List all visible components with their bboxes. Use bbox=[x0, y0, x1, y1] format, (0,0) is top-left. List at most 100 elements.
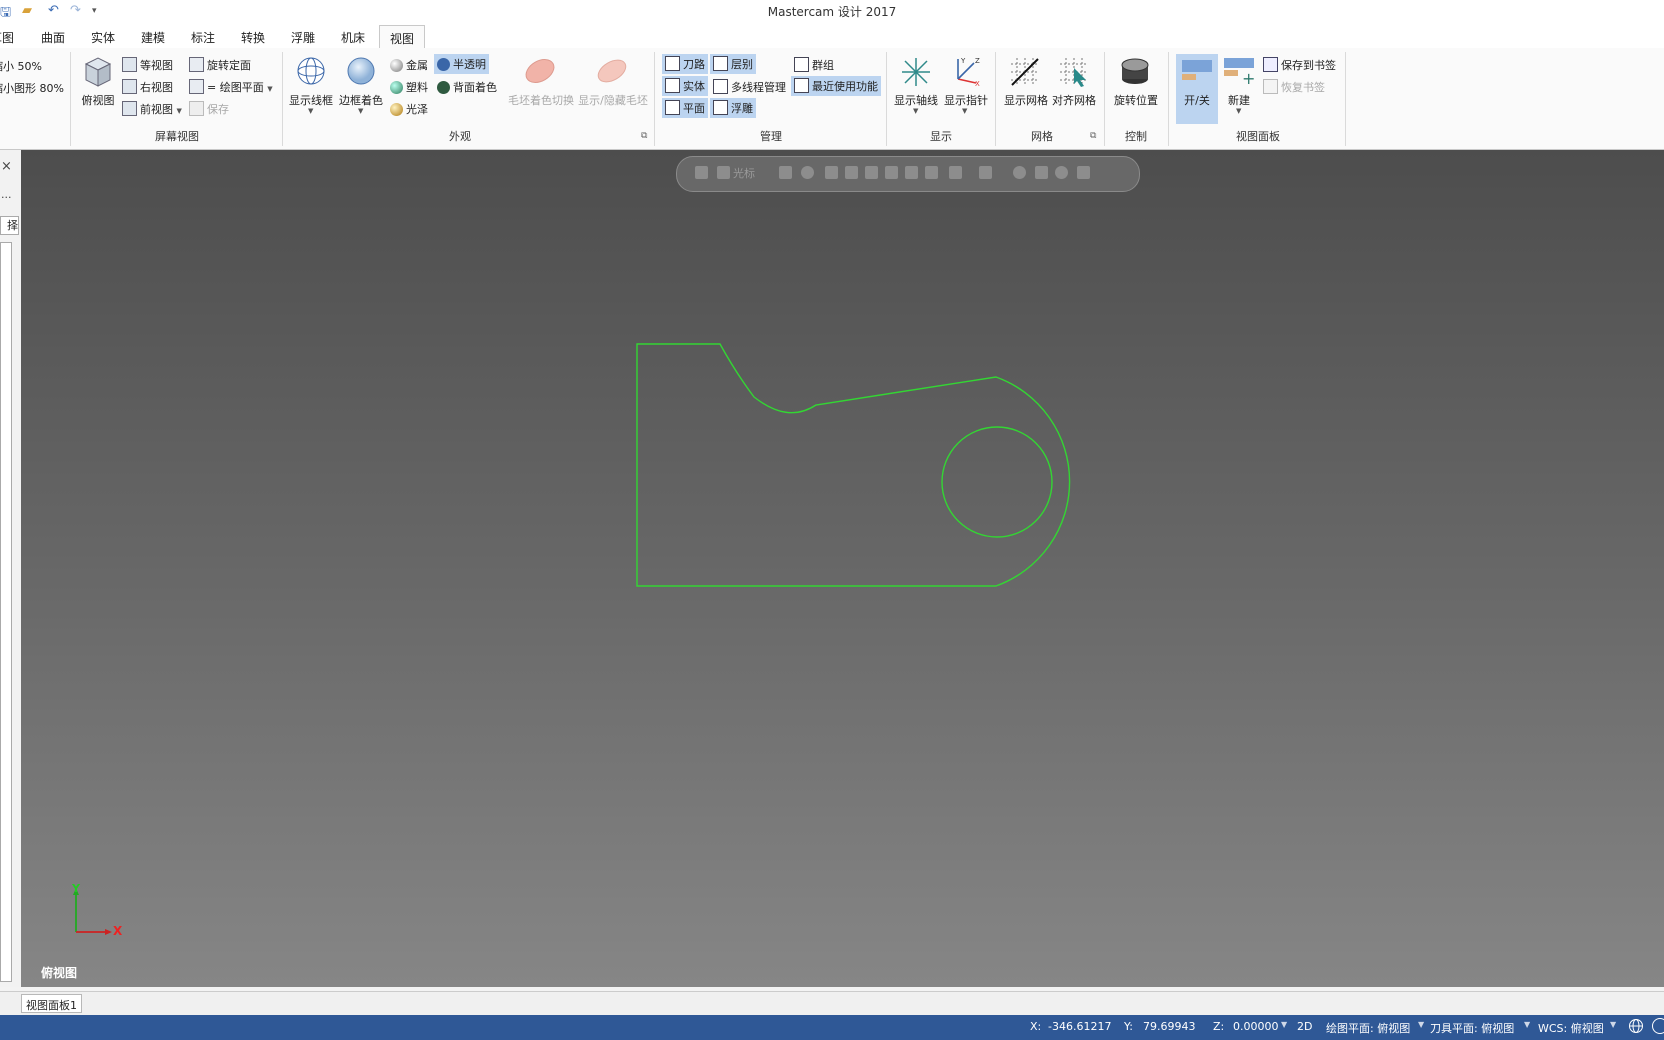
planes-manager-button[interactable]: 平面 bbox=[662, 98, 708, 118]
edge-shading-button[interactable]: 边框着色 bbox=[336, 92, 386, 108]
gloss-sphere-icon bbox=[390, 103, 403, 116]
stock-shading-button[interactable]: 毛坯着色切换 bbox=[503, 92, 579, 108]
show-gnomon-dropdown-icon[interactable]: ▼ bbox=[962, 107, 967, 115]
show-grid-button[interactable]: 显示网格 bbox=[1002, 92, 1050, 108]
cube-icon bbox=[122, 79, 137, 94]
svg-text:Y: Y bbox=[960, 57, 966, 65]
window-title: Mastercam 设计 2017 bbox=[767, 5, 897, 19]
wcs-dropdown-icon[interactable]: ▼ bbox=[1610, 1020, 1616, 1029]
iso-view-button[interactable]: 等视图 bbox=[122, 57, 173, 73]
levels-manager-button[interactable]: 层别 bbox=[710, 54, 756, 74]
recent-functions-button[interactable]: 最近使用功能 bbox=[791, 76, 881, 96]
show-gnomon-button[interactable]: 显示指针 bbox=[942, 92, 990, 108]
stock-shading-icon bbox=[523, 56, 557, 89]
show-hide-stock-button[interactable]: 显示/隐藏毛坯 bbox=[576, 92, 650, 108]
edge-shading-dropdown-icon[interactable]: ▼ bbox=[358, 107, 363, 115]
snap-grid-button[interactable]: 对齐网格 bbox=[1050, 92, 1098, 108]
equal-cplane-button[interactable]: = 绘图平面 ▼ bbox=[189, 79, 273, 95]
solids-manager-button[interactable]: 实体 bbox=[662, 76, 708, 96]
save-bookmark-button[interactable]: 保存到书签 bbox=[1263, 57, 1336, 73]
tab-drafting[interactable]: 标注 bbox=[191, 29, 215, 46]
status-bar bbox=[0, 1015, 1664, 1040]
multithread-manager-button[interactable]: 多线程管理 bbox=[713, 79, 786, 95]
status-tplane[interactable]: 刀具平面: 俯视图 bbox=[1430, 1020, 1514, 1036]
status-z-value[interactable]: 0.00000 bbox=[1233, 1020, 1279, 1033]
front-view-button[interactable]: 前视图 ▼ bbox=[122, 101, 182, 117]
part-outline[interactable] bbox=[636, 343, 1071, 587]
tab-relief[interactable]: 浮雕 bbox=[291, 29, 315, 46]
status-x-value: -346.61217 bbox=[1048, 1020, 1112, 1033]
group-separator bbox=[654, 52, 655, 146]
restore-bookmark-icon bbox=[1263, 79, 1278, 94]
manager-icon bbox=[713, 79, 728, 94]
toolpath-manager-button[interactable]: 刀路 bbox=[662, 54, 708, 74]
status-2d-3d-toggle[interactable]: 2D bbox=[1297, 1020, 1312, 1033]
shrink-80-button[interactable]: 缩小图形 80% bbox=[0, 80, 64, 96]
new-viewsheet-icon: + bbox=[1224, 58, 1256, 87]
view-cube-icon[interactable] bbox=[1652, 1018, 1664, 1034]
tab-modeling[interactable]: 建模 bbox=[141, 29, 165, 46]
viewsheets-on-off-button[interactable]: 开/关 bbox=[1176, 54, 1218, 124]
manager-icon bbox=[794, 57, 809, 72]
tab-sketch[interactable]: 草图 bbox=[0, 29, 14, 46]
show-gnomon-icon: Y Z X bbox=[948, 55, 982, 90]
group-separator bbox=[70, 52, 71, 146]
gnomon-x-label: X bbox=[113, 924, 123, 938]
tplane-dropdown-icon[interactable]: ▼ bbox=[1524, 1020, 1530, 1029]
metal-button[interactable]: 金属 bbox=[390, 57, 428, 73]
tab-transform[interactable]: 转换 bbox=[241, 29, 265, 46]
manager-icon bbox=[794, 78, 809, 93]
wireframe-button[interactable]: 显示线框 bbox=[287, 92, 335, 108]
save-view-button[interactable]: 保存 bbox=[189, 101, 229, 117]
new-viewsheet-button[interactable]: 新建 bbox=[1222, 92, 1256, 108]
show-axes-dropdown-icon[interactable]: ▼ bbox=[913, 107, 918, 115]
tab-surfaces[interactable]: 曲面 bbox=[41, 29, 65, 46]
viewsheet-tab-icon bbox=[1182, 74, 1196, 80]
grid-dialog-launcher-icon[interactable]: ⧉ bbox=[1090, 131, 1096, 141]
show-hide-stock-icon bbox=[595, 56, 629, 89]
cplane-dropdown-icon[interactable]: ▼ bbox=[1418, 1020, 1424, 1029]
panel-select-tab[interactable]: 择 bbox=[0, 216, 19, 235]
z-dropdown-icon[interactable]: ▼ bbox=[1281, 1020, 1287, 1029]
cube-icon bbox=[122, 57, 137, 72]
tab-machine[interactable]: 机床 bbox=[341, 29, 365, 46]
backface-icon bbox=[437, 81, 450, 94]
dialog-launcher-icon[interactable]: ⧉ bbox=[641, 131, 647, 141]
plastic-button[interactable]: 塑料 bbox=[390, 79, 428, 95]
tab-solids[interactable]: 实体 bbox=[91, 29, 115, 46]
globe-icon[interactable] bbox=[1628, 1018, 1644, 1034]
plane-icon bbox=[189, 79, 204, 94]
tab-view[interactable]: 视图 bbox=[379, 25, 426, 49]
wireframe-dropdown-icon[interactable]: ▼ bbox=[308, 107, 313, 115]
part-geometry[interactable] bbox=[21, 150, 1664, 987]
display-group-label: 显示 bbox=[930, 130, 952, 143]
manager-icon bbox=[713, 100, 728, 115]
panel-more-button[interactable]: ... bbox=[1, 188, 12, 201]
status-x-label: X: bbox=[1030, 1020, 1042, 1033]
show-axes-icon bbox=[899, 56, 933, 91]
restore-bookmark-button[interactable]: 恢复书签 bbox=[1263, 79, 1325, 95]
relief-manager-button[interactable]: 浮雕 bbox=[710, 98, 756, 118]
right-view-button[interactable]: 右视图 bbox=[122, 79, 173, 95]
status-z-label: Z: bbox=[1213, 1020, 1225, 1033]
gnomon-y-label: Y bbox=[72, 882, 80, 895]
viewsheet-tab-1[interactable]: 视图面板1 bbox=[21, 994, 82, 1013]
groups-manager-button[interactable]: 群组 bbox=[794, 57, 834, 73]
shrink-50-button[interactable]: 缩小 50% bbox=[0, 58, 42, 74]
translucent-button[interactable]: 半透明 bbox=[434, 54, 489, 74]
status-wcs[interactable]: WCS: 俯视图 bbox=[1538, 1020, 1604, 1036]
panel-close-icon[interactable]: × bbox=[1, 159, 12, 174]
status-cplane[interactable]: 绘图平面: 俯视图 bbox=[1326, 1020, 1410, 1036]
rotate-plane-icon bbox=[189, 57, 204, 72]
rotate-position-button[interactable]: 旋转位置 bbox=[1110, 92, 1162, 108]
gloss-button[interactable]: 光泽 bbox=[390, 101, 428, 117]
snap-grid-icon bbox=[1058, 56, 1090, 91]
rotate-plane-button[interactable]: 旋转定面 bbox=[189, 57, 251, 73]
show-axes-button[interactable]: 显示轴线 bbox=[892, 92, 940, 108]
backface-button[interactable]: 背面着色 bbox=[437, 79, 497, 95]
top-view-button[interactable]: 俯视图 bbox=[78, 92, 118, 108]
viewsheet-icon bbox=[1182, 60, 1212, 72]
control-group-label: 控制 bbox=[1125, 130, 1147, 143]
hole-circle[interactable] bbox=[941, 426, 1053, 538]
new-viewsheet-dropdown-icon[interactable]: ▼ bbox=[1236, 107, 1241, 115]
